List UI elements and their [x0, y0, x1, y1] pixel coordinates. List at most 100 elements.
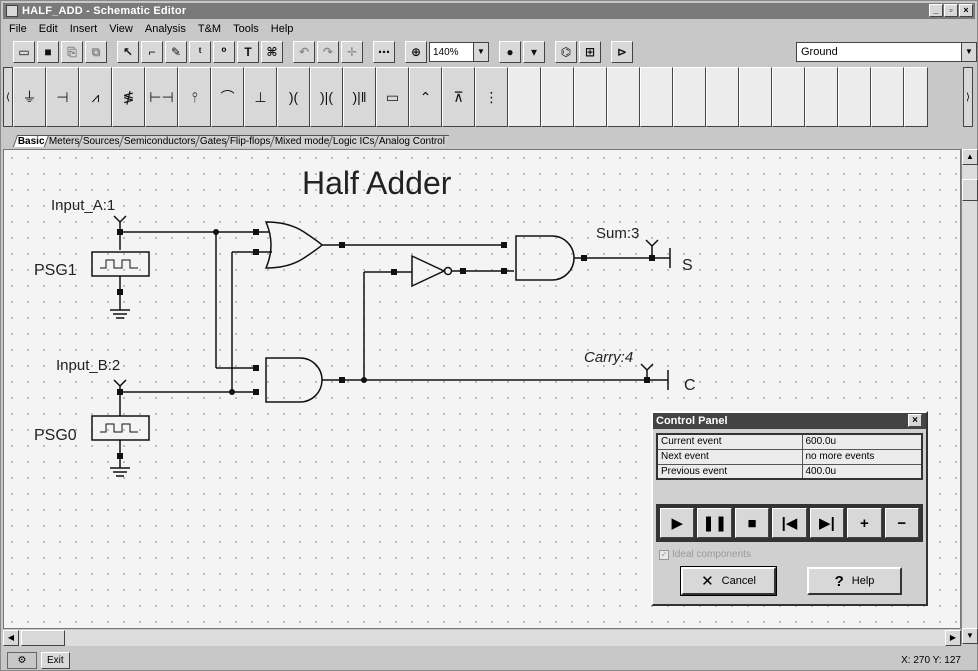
paste-icon[interactable]: ⧉	[85, 41, 107, 63]
copy-icon[interactable]: ⎘	[61, 41, 83, 63]
psg0-generator[interactable]	[91, 415, 150, 441]
pause-icon[interactable]: ❚❚	[697, 508, 732, 538]
tm-icon[interactable]: ⌬	[555, 41, 577, 63]
wire-icon[interactable]: ⌐	[141, 41, 163, 63]
analysis-dropdown-icon[interactable]: ▾	[523, 41, 545, 63]
menu-view[interactable]: View	[103, 23, 139, 35]
save-icon[interactable]: ■	[37, 41, 59, 63]
menu-tools[interactable]: Tools	[227, 23, 265, 35]
text-icon[interactable]: T	[237, 41, 259, 63]
close-icon[interactable]: ×	[908, 414, 922, 427]
not-gate[interactable]	[411, 254, 446, 288]
palette-slot[interactable]	[739, 67, 772, 127]
and-gate-carry[interactable]	[265, 357, 323, 403]
palette-slot[interactable]	[838, 67, 871, 127]
zoom-icon[interactable]: ⊕	[405, 41, 427, 63]
ground-component-icon[interactable]: ⏚	[13, 67, 46, 127]
scroll-right-icon[interactable]: ▶	[945, 630, 961, 646]
step-forward-icon[interactable]: ▶|	[809, 508, 845, 538]
ideal-components-checkbox[interactable]: ✓ Ideal components	[659, 549, 751, 560]
menu-insert[interactable]: Insert	[64, 23, 104, 35]
palette-scroll-left[interactable]: ⟨	[3, 67, 13, 127]
diode-icon[interactable]: ⊳	[611, 41, 633, 63]
coil-component-icon[interactable]: ⊥	[244, 67, 277, 127]
vertical-scrollbar[interactable]: ▲ ▼	[961, 149, 978, 644]
psg1-generator[interactable]	[91, 251, 150, 277]
tab-logic-ics[interactable]: Logic ICs	[328, 135, 380, 147]
close-button[interactable]: ×	[959, 4, 973, 17]
plus-icon[interactable]: +	[847, 508, 882, 538]
or-gate[interactable]	[264, 221, 324, 269]
menu-tm[interactable]: T&M	[192, 23, 227, 35]
pencil-icon[interactable]: ✎	[165, 41, 187, 63]
potentiometer-component-icon[interactable]: ≸	[112, 67, 145, 127]
palette-slot[interactable]	[871, 67, 904, 127]
chevron-down-icon[interactable]: ▼	[961, 43, 976, 61]
palette-scroll-right[interactable]: ⟩	[963, 67, 973, 127]
crystal-component-icon[interactable]: ▭	[376, 67, 409, 127]
menu-edit[interactable]: Edit	[33, 23, 64, 35]
tab-flip-flops[interactable]: Flip-flops	[225, 135, 276, 147]
palette-slot[interactable]	[706, 67, 739, 127]
hscroll-thumb[interactable]	[21, 630, 65, 646]
exit-button[interactable]: Exit	[41, 652, 70, 669]
palette-slot[interactable]	[640, 67, 673, 127]
resistor-component-icon[interactable]: ⩘	[79, 67, 112, 127]
transformer3-component-icon[interactable]: )|‖	[343, 67, 376, 127]
checkbox-icon[interactable]: ✓	[659, 549, 669, 560]
title-bar[interactable]: HALF_ADD - Schematic Editor _ ▫ ×	[3, 3, 975, 19]
palette-slot[interactable]	[574, 67, 607, 127]
cancel-button[interactable]: ✕ Cancel	[680, 566, 777, 596]
menu-analysis[interactable]: Analysis	[139, 23, 192, 35]
menu-help[interactable]: Help	[265, 23, 300, 35]
capacitor-component-icon[interactable]: ⊢⊣	[145, 67, 178, 127]
minus-icon[interactable]: −	[884, 508, 919, 538]
play-icon[interactable]: ▶	[660, 508, 695, 538]
help-button[interactable]: ? Help	[807, 567, 902, 595]
scroll-up-icon[interactable]: ▲	[962, 149, 978, 165]
analysis-dc-icon[interactable]: ●	[499, 41, 521, 63]
pushbutton-component-icon[interactable]: ⋮	[475, 67, 508, 127]
palette-slot[interactable]	[904, 67, 928, 127]
relay-component-icon[interactable]: ⊼	[442, 67, 475, 127]
terminal-component-icon[interactable]: ⊣	[46, 67, 79, 127]
step-back-icon[interactable]: |◀	[772, 508, 807, 538]
move-icon[interactable]: ✛	[341, 41, 363, 63]
scroll-down-icon[interactable]: ▼	[962, 628, 978, 644]
palette-slot[interactable]	[772, 67, 805, 127]
flipflop-icon[interactable]: ⊞	[579, 41, 601, 63]
horizontal-scrollbar[interactable]: ◀ ▶	[3, 630, 961, 646]
tab-mixed-mode[interactable]: Mixed mode	[269, 135, 334, 147]
zoom-select[interactable]: 140% ▼	[429, 42, 489, 62]
inductor-component-icon[interactable]: ⌒	[211, 67, 244, 127]
palette-slot[interactable]	[673, 67, 706, 127]
control-panel-titlebar[interactable]: Control Panel ×	[653, 413, 926, 429]
mode-icon[interactable]: ⚙	[7, 652, 37, 669]
undo-icon[interactable]: ↶	[293, 41, 315, 63]
scroll-thumb[interactable]	[962, 179, 978, 201]
tab-analog-control[interactable]: Analog Control	[373, 135, 450, 147]
palette-slot[interactable]	[607, 67, 640, 127]
redo-icon[interactable]: ↷	[317, 41, 339, 63]
select-arrow-icon[interactable]: ↖	[117, 41, 139, 63]
label-icon[interactable]: ⁰	[213, 41, 235, 63]
open-icon[interactable]: ▭	[13, 41, 35, 63]
stop-icon[interactable]: ■	[734, 508, 770, 538]
palette-slot[interactable]	[541, 67, 574, 127]
tab-sources[interactable]: Sources	[78, 135, 125, 147]
electrolytic-capacitor-icon[interactable]: ⫯	[178, 67, 211, 127]
and-gate-sum[interactable]	[515, 235, 575, 281]
menu-file[interactable]: File	[3, 23, 33, 35]
palette-slot[interactable]	[805, 67, 838, 127]
scroll-left-icon[interactable]: ◀	[3, 630, 19, 646]
chevron-down-icon[interactable]: ▼	[473, 43, 488, 61]
component-icon[interactable]: ⌘	[261, 41, 283, 63]
tab-semiconductors[interactable]: Semiconductors	[118, 135, 200, 147]
text-small-icon[interactable]: ᵗ	[189, 41, 211, 63]
app-icon[interactable]	[6, 5, 18, 17]
minimize-button[interactable]: _	[929, 4, 943, 17]
palette-slot[interactable]	[508, 67, 541, 127]
component-select[interactable]: Ground ▼	[796, 42, 977, 62]
switch-component-icon[interactable]: ⌃	[409, 67, 442, 127]
grid-icon[interactable]: ⋯	[373, 41, 395, 63]
